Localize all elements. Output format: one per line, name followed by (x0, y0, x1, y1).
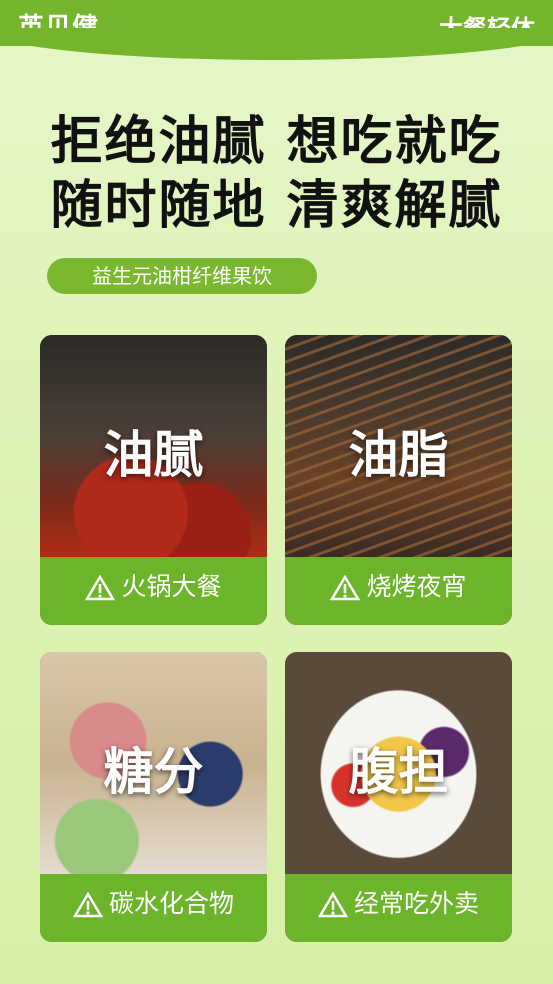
warning-icon (72, 891, 104, 918)
card-warning-text: 烧烤夜宵 (366, 572, 467, 601)
card-warning: 碳水化合物 (40, 884, 267, 920)
card-title: 油脂 (348, 426, 449, 484)
card-warning: 烧烤夜宵 (285, 567, 512, 603)
card-warning-text: 火锅大餐 (121, 572, 222, 601)
card-warning: 火锅大餐 (40, 567, 267, 603)
warning-icon (317, 891, 349, 918)
warning-icon (85, 574, 116, 601)
card-dessert: 糖分 碳水化合物 (40, 652, 267, 942)
product-tag: 益生元油柑纤维果饮 (47, 258, 317, 294)
card-takeout: 腹担 经常吃外卖 (285, 652, 512, 942)
poster: 英贝健 大餐轻体 拒绝油腻 想吃就吃 随时随地 清爽解腻 益生元油柑纤维果饮 油… (0, 0, 553, 984)
card-bbq: 油脂 烧烤夜宵 (285, 335, 512, 625)
warning-icon (330, 574, 361, 601)
card-warning: 经常吃外卖 (285, 884, 512, 920)
card-title: 糖分 (103, 743, 204, 801)
headline: 拒绝油腻 想吃就吃 随时随地 清爽解腻 (0, 110, 553, 238)
card-title: 腹担 (348, 743, 449, 801)
card-warning-text: 经常吃外卖 (353, 889, 479, 918)
card-title: 油腻 (103, 426, 204, 484)
headline-line-2: 随时随地 清爽解腻 (50, 176, 503, 236)
top-curve (0, 28, 553, 60)
card-hotpot: 油腻 火锅大餐 (40, 335, 267, 625)
card-warning-text: 碳水化合物 (108, 889, 234, 918)
headline-line-1: 拒绝油腻 想吃就吃 (50, 112, 503, 172)
